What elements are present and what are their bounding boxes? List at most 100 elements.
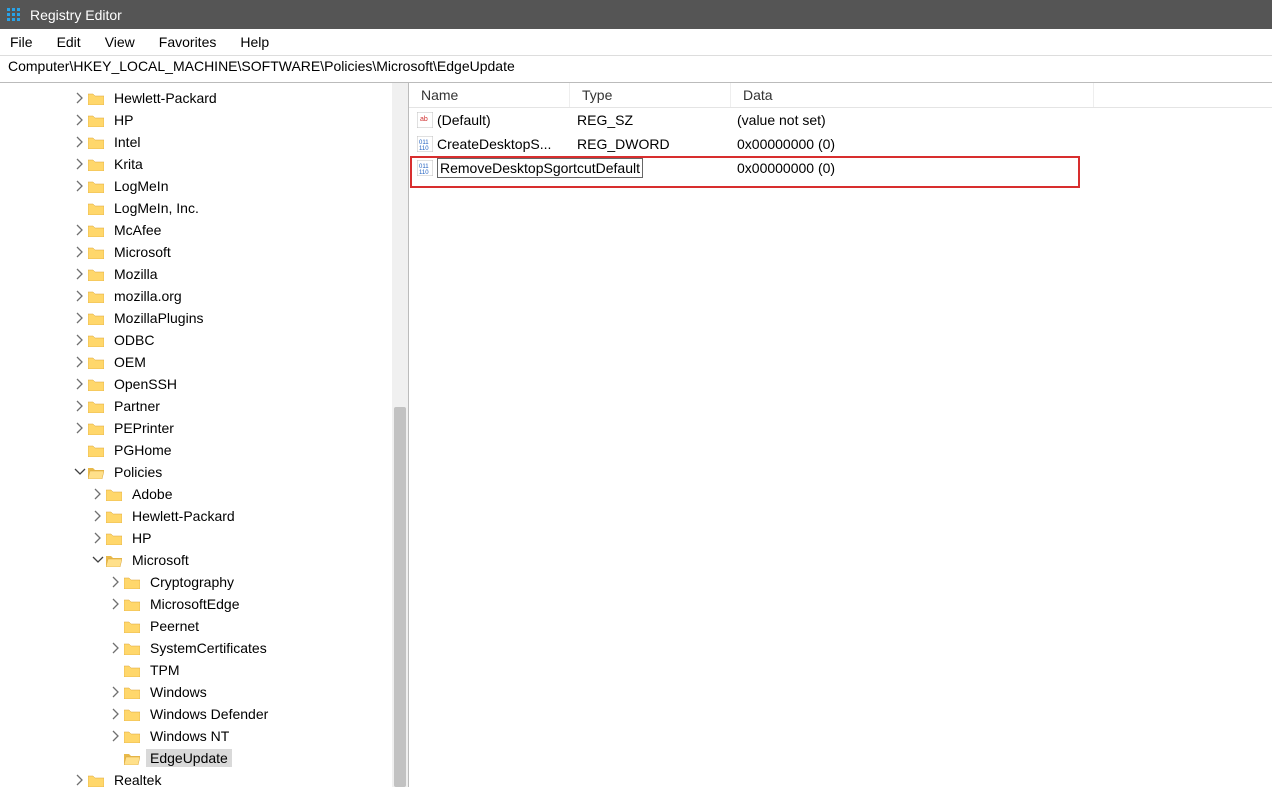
value-name-edit[interactable]: RemoveDesktopSgortcutDefault xyxy=(437,158,643,178)
tree-item[interactable]: Windows Defender xyxy=(8,703,408,725)
chevron-right-icon[interactable] xyxy=(72,156,88,172)
folder-icon xyxy=(88,92,104,105)
tree-item[interactable]: LogMeIn, Inc. xyxy=(8,197,408,219)
tree-item[interactable]: SystemCertificates xyxy=(8,637,408,659)
tree-item[interactable]: OEM xyxy=(8,351,408,373)
menu-edit[interactable]: Edit xyxy=(57,34,81,50)
tree-item[interactable]: LogMeIn xyxy=(8,175,408,197)
chevron-right-icon[interactable] xyxy=(72,354,88,370)
tree-item[interactable]: McAfee xyxy=(8,219,408,241)
tree-item[interactable]: Intel xyxy=(8,131,408,153)
tree-item[interactable]: Realtek xyxy=(8,769,408,787)
menu-file[interactable]: File xyxy=(10,34,33,50)
chevron-right-icon[interactable] xyxy=(72,420,88,436)
chevron-right-icon[interactable] xyxy=(72,772,88,787)
tree-item-label: Cryptography xyxy=(146,573,238,591)
tree-item[interactable]: Krita xyxy=(8,153,408,175)
column-header-data[interactable]: Data xyxy=(731,83,1094,107)
values-pane: Name Type Data (Default)REG_SZ(value not… xyxy=(409,83,1272,787)
tree-item[interactable]: Microsoft xyxy=(8,241,408,263)
folder-icon xyxy=(124,620,140,633)
folder-icon xyxy=(106,488,122,501)
tree-item-label: PEPrinter xyxy=(110,419,178,437)
tree-item[interactable]: PEPrinter xyxy=(8,417,408,439)
tree-item[interactable]: MozillaPlugins xyxy=(8,307,408,329)
tree-item[interactable]: Windows NT xyxy=(8,725,408,747)
chevron-right-icon[interactable] xyxy=(72,112,88,128)
chevron-right-icon[interactable] xyxy=(108,640,124,656)
value-row[interactable]: (Default)REG_SZ(value not set) xyxy=(409,108,1272,132)
tree-item[interactable]: ODBC xyxy=(8,329,408,351)
menu-help[interactable]: Help xyxy=(240,34,269,50)
chevron-right-icon[interactable] xyxy=(108,574,124,590)
value-type: REG_SZ xyxy=(565,112,725,128)
chevron-right-icon[interactable] xyxy=(72,398,88,414)
tree-item[interactable]: mozilla.org xyxy=(8,285,408,307)
folder-icon xyxy=(88,114,104,127)
folder-open-icon xyxy=(106,554,122,567)
tree-item-label: SystemCertificates xyxy=(146,639,271,657)
tree-item[interactable]: Microsoft xyxy=(8,549,408,571)
tree-scrollbar[interactable] xyxy=(392,83,408,787)
tree-item[interactable]: Windows xyxy=(8,681,408,703)
tree-item[interactable]: Mozilla xyxy=(8,263,408,285)
tree-item[interactable]: Hewlett-Packard xyxy=(8,505,408,527)
tree-item[interactable]: EdgeUpdate xyxy=(8,747,408,769)
column-header-name[interactable]: Name xyxy=(409,83,570,107)
tree-item[interactable]: HP xyxy=(8,109,408,131)
folder-icon xyxy=(106,532,122,545)
tree-item-label: OEM xyxy=(110,353,150,371)
tree-item-label: Realtek xyxy=(110,771,165,787)
chevron-right-icon[interactable] xyxy=(72,244,88,260)
tree-item[interactable]: MicrosoftEdge xyxy=(8,593,408,615)
value-data: 0x00000000 (0) xyxy=(725,136,1087,152)
tree-item[interactable]: HP xyxy=(8,527,408,549)
chevron-right-icon[interactable] xyxy=(72,266,88,282)
value-row[interactable]: CreateDesktopS...REG_DWORD0x00000000 (0) xyxy=(409,132,1272,156)
chevron-right-icon[interactable] xyxy=(72,134,88,150)
menu-favorites[interactable]: Favorites xyxy=(159,34,217,50)
content-area: Hewlett-PackardHPIntelKritaLogMeInLogMeI… xyxy=(0,83,1272,787)
chevron-down-icon[interactable] xyxy=(72,464,88,480)
tree-item[interactable]: Peernet xyxy=(8,615,408,637)
tree-item[interactable]: Hewlett-Packard xyxy=(8,87,408,109)
chevron-right-icon[interactable] xyxy=(72,222,88,238)
folder-open-icon xyxy=(88,466,104,479)
chevron-down-icon[interactable] xyxy=(90,552,106,568)
address-bar[interactable]: Computer\HKEY_LOCAL_MACHINE\SOFTWARE\Pol… xyxy=(0,56,1272,83)
value-data: 0x00000000 (0) xyxy=(725,160,1087,176)
chevron-right-icon[interactable] xyxy=(90,486,106,502)
tree-item[interactable]: Policies xyxy=(8,461,408,483)
tree-item[interactable]: TPM xyxy=(8,659,408,681)
folder-icon xyxy=(124,576,140,589)
tree-item[interactable]: Partner xyxy=(8,395,408,417)
chevron-right-icon[interactable] xyxy=(72,288,88,304)
column-header-type[interactable]: Type xyxy=(570,83,731,107)
chevron-right-icon[interactable] xyxy=(72,310,88,326)
tree-item[interactable]: Cryptography xyxy=(8,571,408,593)
tree-item-label: PGHome xyxy=(110,441,176,459)
chevron-right-icon[interactable] xyxy=(90,530,106,546)
value-row[interactable]: RemoveDesktopSgortcutDefault 0x00000000 (… xyxy=(409,156,1272,180)
chevron-right-icon[interactable] xyxy=(108,596,124,612)
reg-sz-icon xyxy=(417,112,433,128)
chevron-right-icon[interactable] xyxy=(108,706,124,722)
chevron-right-icon[interactable] xyxy=(72,178,88,194)
value-type: REG_DWORD xyxy=(565,136,725,152)
tree-item[interactable]: OpenSSH xyxy=(8,373,408,395)
chevron-right-icon[interactable] xyxy=(90,508,106,524)
chevron-right-icon[interactable] xyxy=(72,332,88,348)
tree-item[interactable]: Adobe xyxy=(8,483,408,505)
menu-view[interactable]: View xyxy=(105,34,135,50)
tree-scrollbar-thumb[interactable] xyxy=(394,407,406,787)
chevron-right-icon[interactable] xyxy=(108,728,124,744)
chevron-right-icon[interactable] xyxy=(108,684,124,700)
tree-item-label: OpenSSH xyxy=(110,375,181,393)
tree-item-label: TPM xyxy=(146,661,184,679)
window-title: Registry Editor xyxy=(30,7,122,23)
tree-item-label: EdgeUpdate xyxy=(146,749,232,767)
tree-item[interactable]: PGHome xyxy=(8,439,408,461)
tree-item-label: HP xyxy=(110,111,137,129)
chevron-right-icon[interactable] xyxy=(72,376,88,392)
chevron-right-icon[interactable] xyxy=(72,90,88,106)
